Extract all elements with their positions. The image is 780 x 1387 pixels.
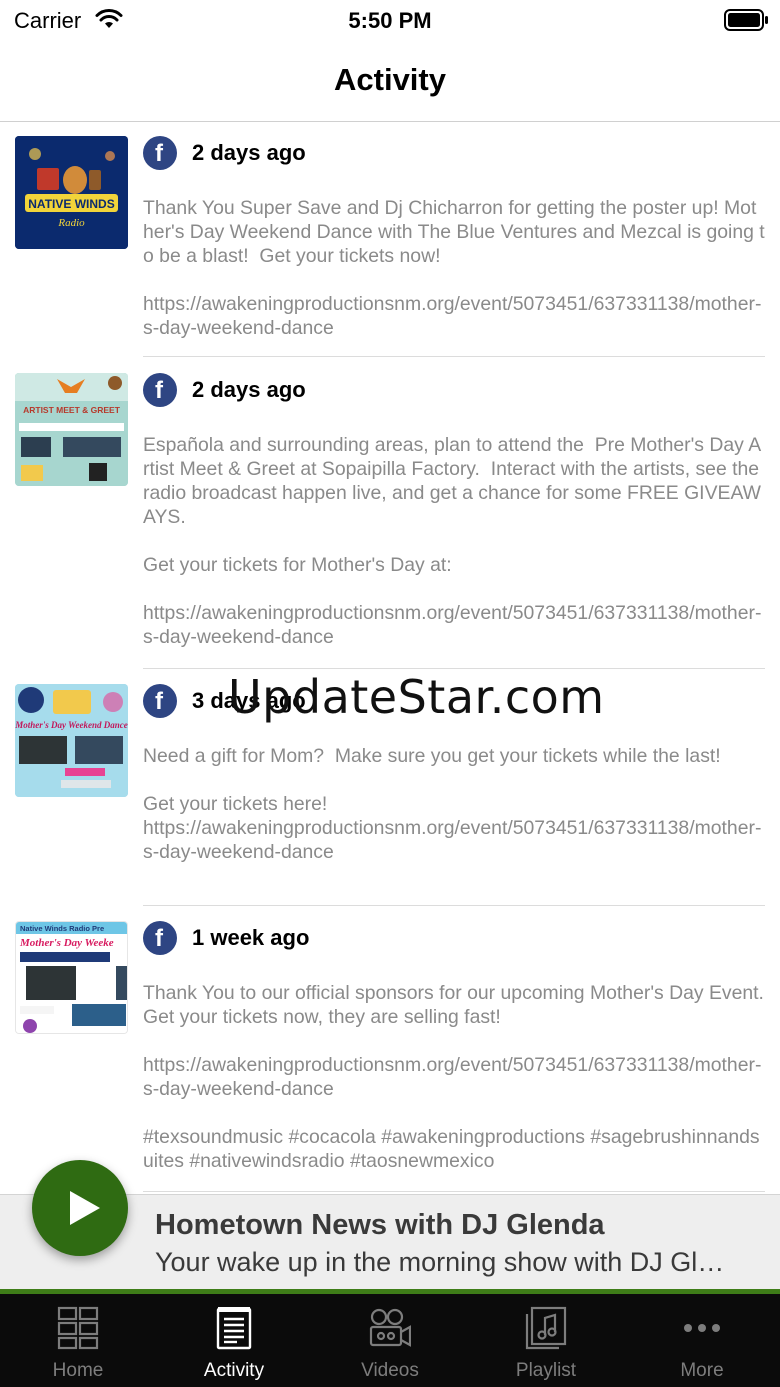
tab-label: Home (52, 1360, 104, 1381)
divider (143, 1191, 765, 1192)
post-thumbnail[interactable]: Mother's Day Weekend Dance (15, 684, 128, 797)
tab-playlist[interactable]: Playlist (468, 1294, 624, 1387)
now-playing-title: Hometown News with DJ Glenda (155, 1209, 605, 1241)
native-winds-logo: NATIVE WINDS Radio (15, 136, 128, 249)
post-thumbnail[interactable]: Native Winds Radio Pre Mother's Day Week… (15, 921, 128, 1034)
play-icon (70, 1191, 100, 1225)
post-content: f 2 days ago Thank You Super Save and Dj… (143, 136, 765, 340)
post-text[interactable]: Thank You to our official sponsors for o… (143, 981, 765, 1173)
svg-text:Radio: Radio (57, 217, 85, 229)
video-icon (369, 1308, 411, 1347)
svg-text:Mother's Day Weeke: Mother's Day Weeke (19, 937, 114, 949)
post-content: f 2 days ago Española and surrounding ar… (143, 373, 765, 649)
facebook-icon: f (143, 373, 177, 407)
tab-label: Playlist (515, 1360, 577, 1381)
post-text[interactable]: Need a gift for Mom? Make sure you get y… (143, 744, 765, 864)
facebook-icon: f (143, 921, 177, 955)
tab-videos[interactable]: Videos (312, 1294, 468, 1387)
facebook-icon: f (143, 684, 177, 718)
tab-more[interactable]: More (624, 1294, 780, 1387)
sponsors-poster: Native Winds Radio Pre Mother's Day Week… (16, 922, 127, 1033)
battery-icon (724, 9, 768, 31)
divider (143, 356, 765, 357)
artist-meet-greet-poster: ARTIST MEET & GREET (15, 373, 128, 486)
mothers-day-poster: Mother's Day Weekend Dance (15, 684, 128, 797)
navigation-bar: Activity (0, 40, 780, 122)
post-content: f 1 week ago Thank You to our official s… (143, 921, 765, 1173)
document-icon (216, 1307, 252, 1350)
facebook-icon: f (143, 136, 177, 170)
more-dots-icon (684, 1324, 720, 1332)
watermark: UpdateStar.com (228, 670, 605, 724)
post-time: 2 days ago (192, 140, 306, 165)
svg-text:ARTIST MEET & GREET: ARTIST MEET & GREET (23, 405, 121, 415)
activity-feed[interactable]: NATIVE WINDS Radio f 2 days ago Thank Yo… (0, 123, 780, 1194)
now-playing-subtitle: Your wake up in the morning show with DJ… (155, 1247, 735, 1277)
divider (143, 905, 765, 906)
post-thumbnail[interactable]: NATIVE WINDS Radio (15, 136, 128, 249)
tab-label: More (680, 1360, 724, 1381)
svg-text:Native Winds Radio Pre: Native Winds Radio Pre (20, 924, 104, 933)
svg-text:Mother's Day Weekend Dance: Mother's Day Weekend Dance (15, 720, 128, 730)
play-button[interactable] (32, 1160, 128, 1256)
svg-text:NATIVE WINDS: NATIVE WINDS (28, 197, 114, 211)
post-time: 2 days ago (192, 377, 306, 402)
music-note-icon (525, 1306, 567, 1350)
post-text[interactable]: Española and surrounding areas, plan to … (143, 433, 765, 649)
grid-icon (57, 1306, 99, 1350)
status-bar: Carrier 5:50 PM (0, 0, 780, 40)
divider (143, 668, 765, 669)
tab-home[interactable]: Home (0, 1294, 156, 1387)
post-time: 1 week ago (192, 925, 310, 950)
post-thumbnail[interactable]: ARTIST MEET & GREET (15, 373, 128, 486)
tab-activity[interactable]: Activity (156, 1294, 312, 1387)
tab-bar: Home Activity Videos Playlist More (0, 1294, 780, 1387)
post-text[interactable]: Thank You Super Save and Dj Chicharron f… (143, 196, 765, 340)
status-time: 5:50 PM (348, 8, 432, 33)
page-title: Activity (334, 62, 446, 97)
tab-label: Videos (361, 1360, 419, 1381)
tab-label: Activity (203, 1360, 265, 1381)
